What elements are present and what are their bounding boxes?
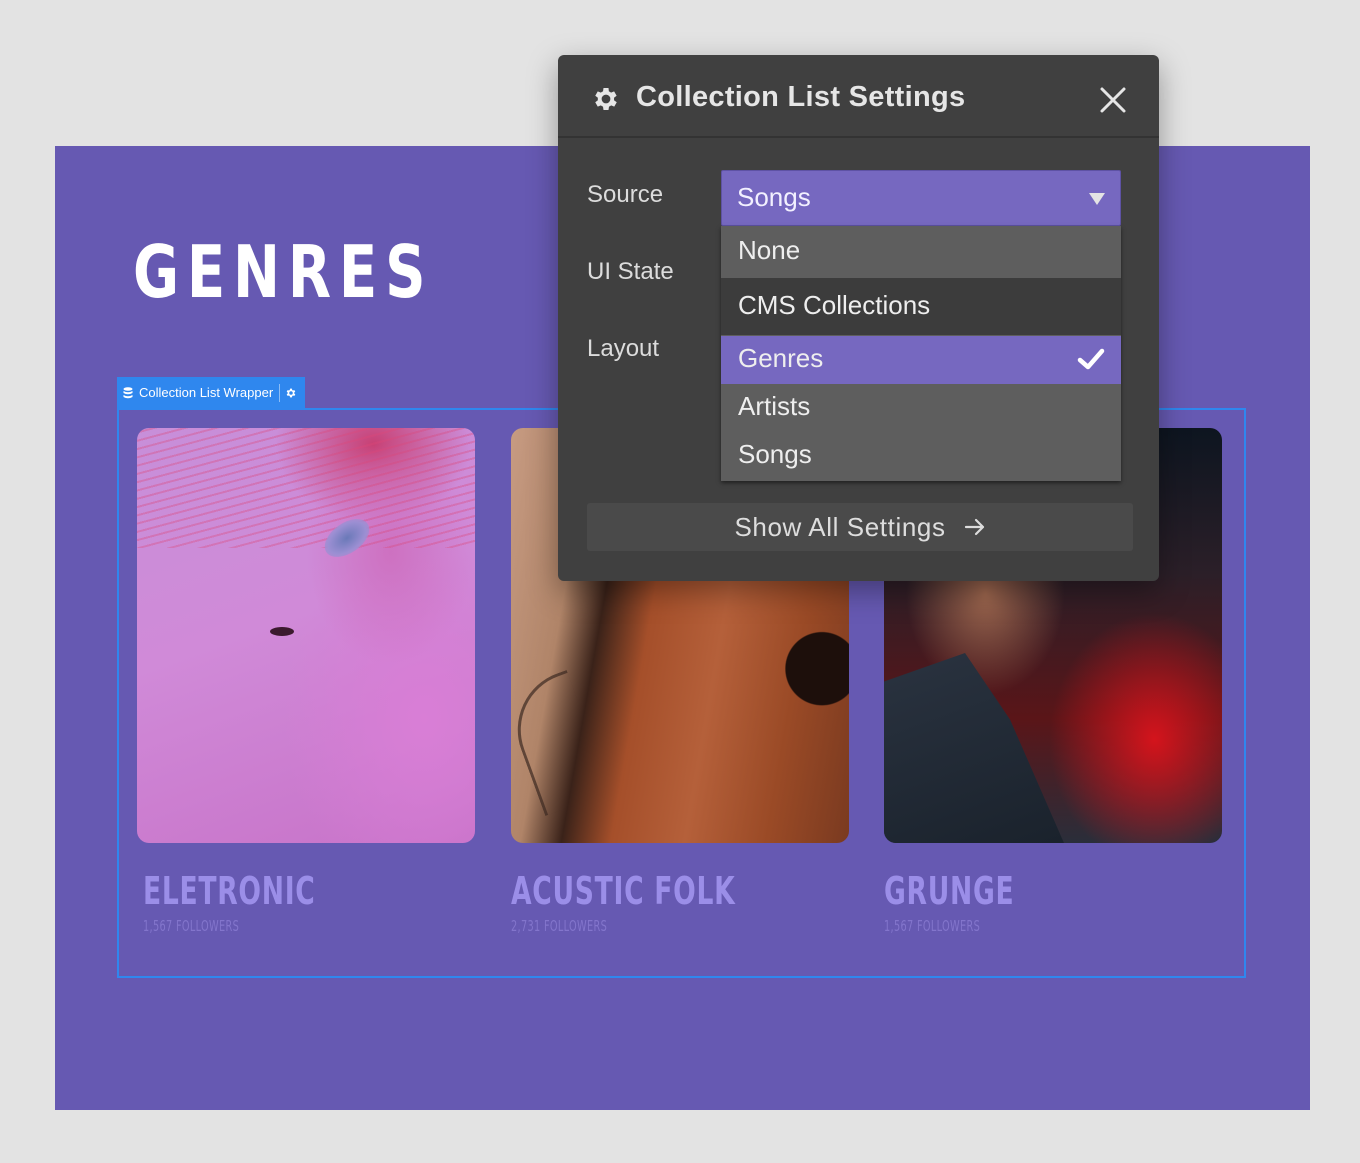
shirt-detail — [884, 653, 1064, 843]
ui-state-label: UI State — [587, 258, 674, 285]
dropdown-group-cms-collections: CMS Collections — [721, 278, 1121, 335]
dropdown-option-artists[interactable]: Artists — [721, 384, 1121, 432]
modal-title: Collection List Settings — [636, 81, 966, 113]
collection-list-settings-modal: Collection List Settings Source UI State… — [558, 55, 1159, 581]
collection-list-wrapper-badge[interactable]: Collection List Wrapper — [117, 377, 305, 408]
card-followers: 2,731 FOLLOWERS — [511, 917, 608, 935]
layout-label: Layout — [587, 335, 660, 362]
badge-divider — [279, 383, 281, 402]
option-label: Artists — [738, 391, 811, 421]
option-label: Songs — [738, 439, 812, 469]
source-dropdown-list: None CMS Collections Genres Artists Song… — [721, 226, 1121, 481]
card-followers: 1,567 FOLLOWERS — [884, 917, 981, 935]
tattoo-detail — [511, 669, 612, 817]
gear-icon — [595, 88, 617, 110]
gear-icon[interactable] — [285, 387, 297, 399]
show-all-settings-button[interactable]: Show All Settings — [587, 503, 1133, 551]
checkmark-icon — [1077, 348, 1105, 370]
card-title[interactable]: ACUSTIC FOLK — [511, 869, 735, 913]
close-icon[interactable] — [1099, 86, 1127, 114]
page-heading[interactable]: GENRES — [133, 232, 433, 312]
arrow-right-icon — [964, 518, 984, 536]
caret-down-icon — [1089, 193, 1105, 205]
source-select-value: Songs — [737, 182, 811, 212]
wrapper-badge-label: Collection List Wrapper — [139, 385, 274, 400]
modal-header: Collection List Settings — [558, 55, 1159, 138]
source-label: Source — [587, 181, 664, 208]
show-all-settings-label: Show All Settings — [734, 511, 946, 542]
dropdown-option-genres[interactable]: Genres — [721, 336, 1121, 384]
card-title[interactable]: GRUNGE — [884, 869, 1014, 913]
card-followers: 1,567 FOLLOWERS — [143, 917, 240, 935]
option-label: None — [738, 235, 801, 265]
card-title[interactable]: ELETRONIC — [143, 869, 316, 913]
dropdown-option-songs[interactable]: Songs — [721, 432, 1121, 481]
card-image-eletronic[interactable] — [137, 428, 475, 843]
group-label: CMS Collections — [738, 290, 931, 320]
hair-detail — [137, 428, 475, 548]
nose-detail — [270, 627, 294, 636]
option-label: Genres — [738, 343, 824, 373]
database-icon — [123, 386, 133, 398]
source-select[interactable]: Songs — [721, 170, 1121, 226]
dropdown-option-none[interactable]: None — [721, 226, 1121, 278]
